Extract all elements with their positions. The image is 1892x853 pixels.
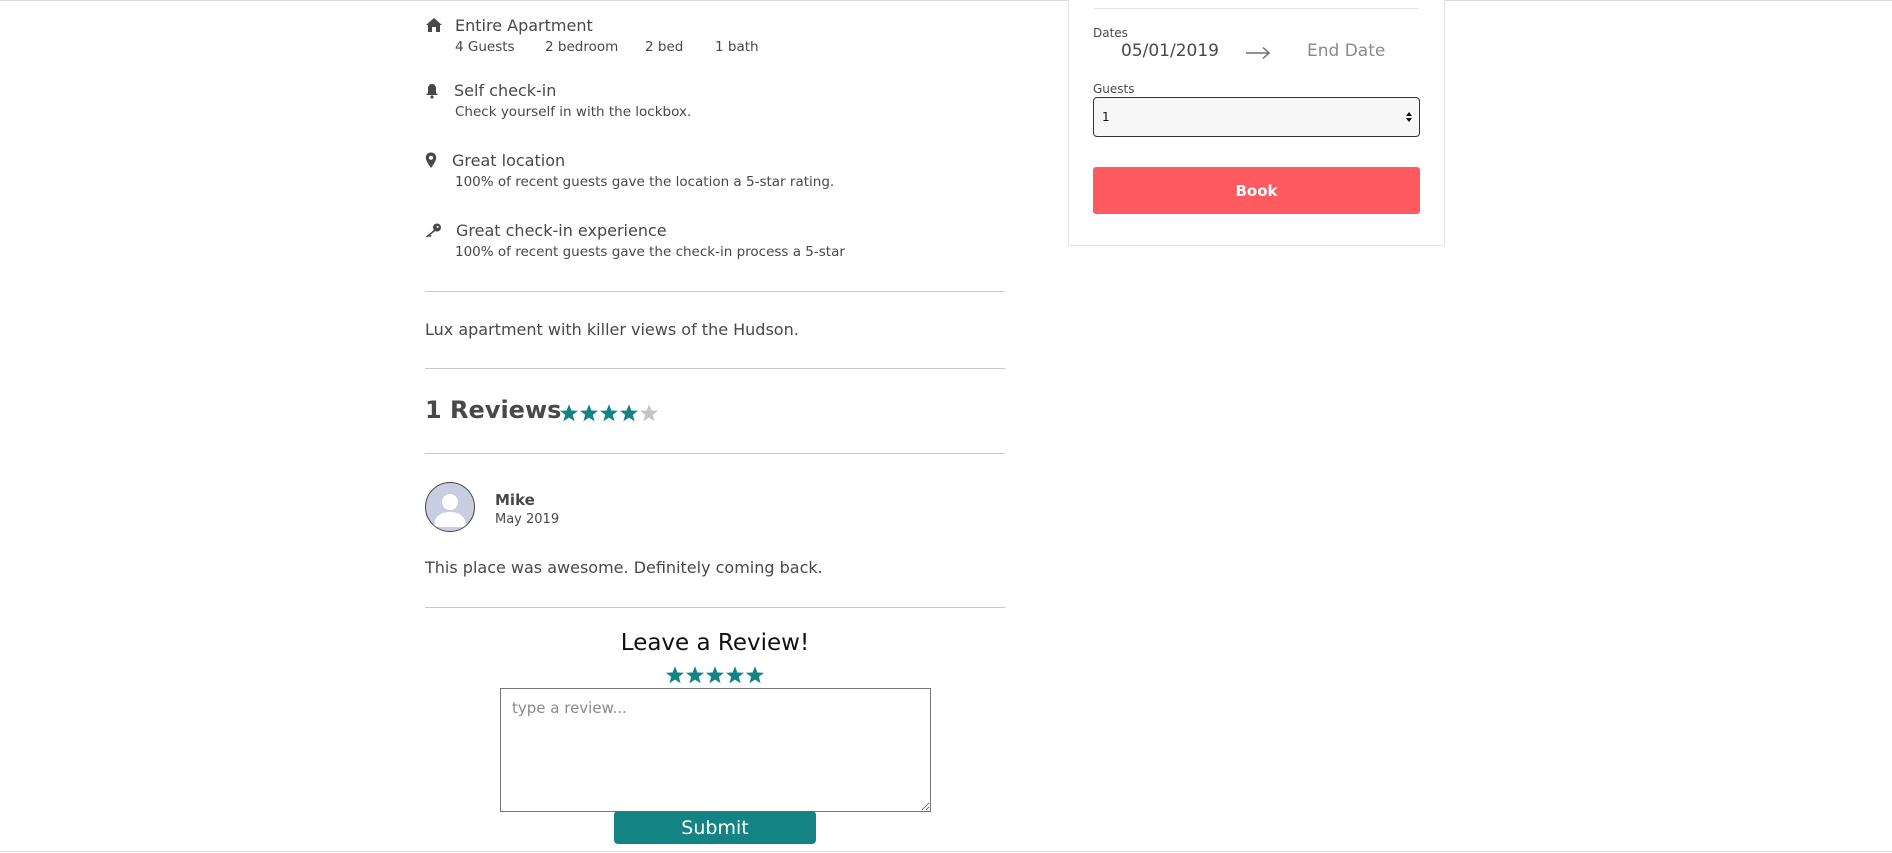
end-date-field[interactable]: End Date [1307, 41, 1385, 61]
review-rating-input[interactable] [665, 665, 765, 685]
star-icon [640, 404, 658, 422]
guests-label: Guests [1093, 82, 1135, 96]
amenity-title: Self check-in [454, 81, 557, 100]
spec-beds: 2 bed [645, 39, 684, 55]
review-text: This place was awesome. Definitely comin… [425, 558, 823, 577]
select-caret-icon [1406, 111, 1412, 123]
reviewer-name: Mike [495, 491, 535, 509]
amenity-subtitle: 100% of recent guests gave the location … [455, 174, 835, 190]
dates-label: Dates [1093, 26, 1128, 40]
user-silhouette-icon [434, 494, 466, 527]
bottom-divider [0, 851, 1892, 852]
star-icon[interactable] [705, 665, 725, 685]
home-icon [425, 17, 443, 35]
review-date: May 2019 [495, 512, 560, 527]
reviews-count-heading: 1 Reviews [425, 396, 562, 424]
key-icon [425, 223, 443, 241]
amenity-title: Great check-in experience [456, 221, 667, 240]
amenity-title: Entire Apartment [455, 16, 593, 35]
star-icon [600, 404, 618, 422]
spec-bedrooms: 2 bedroom [545, 39, 619, 55]
amenity-subtitle: Check yourself in with the lockbox. [455, 104, 692, 120]
book-button[interactable]: Book [1093, 167, 1420, 214]
star-icon [620, 404, 638, 422]
submit-review-button[interactable]: Submit [614, 811, 816, 844]
guests-select[interactable]: 1 [1093, 97, 1420, 137]
card-divider [1094, 8, 1419, 9]
amenity-title: Great location [452, 151, 566, 170]
start-date-field[interactable]: 05/01/2019 [1121, 41, 1219, 61]
star-icon[interactable] [665, 665, 685, 685]
spec-guests: 4 Guests [455, 39, 515, 55]
leave-review-heading: Leave a Review! [620, 630, 810, 656]
booking-card: Dates 05/01/2019 End Date Guests 1 Book [1068, 0, 1445, 246]
top-divider [0, 0, 1892, 1]
section-divider [425, 453, 1005, 454]
spec-baths: 1 bath [715, 39, 759, 55]
review-textarea[interactable] [500, 688, 931, 812]
amenity-subtitle: 100% of recent guests gave the check-in … [455, 244, 845, 260]
bell-icon [425, 83, 443, 101]
avatar [425, 482, 475, 532]
star-icon[interactable] [725, 665, 745, 685]
section-divider [425, 607, 1005, 608]
section-divider [425, 368, 1005, 369]
guests-value: 1 [1102, 110, 1110, 124]
listing-description: Lux apartment with killer views of the H… [425, 320, 799, 339]
star-icon[interactable] [685, 665, 705, 685]
star-icon [580, 404, 598, 422]
arrow-right-icon [1245, 45, 1271, 60]
map-pin-icon [425, 152, 443, 170]
star-icon [560, 404, 578, 422]
star-icon[interactable] [745, 665, 765, 685]
section-divider [425, 291, 1005, 292]
average-rating-stars [559, 403, 659, 423]
